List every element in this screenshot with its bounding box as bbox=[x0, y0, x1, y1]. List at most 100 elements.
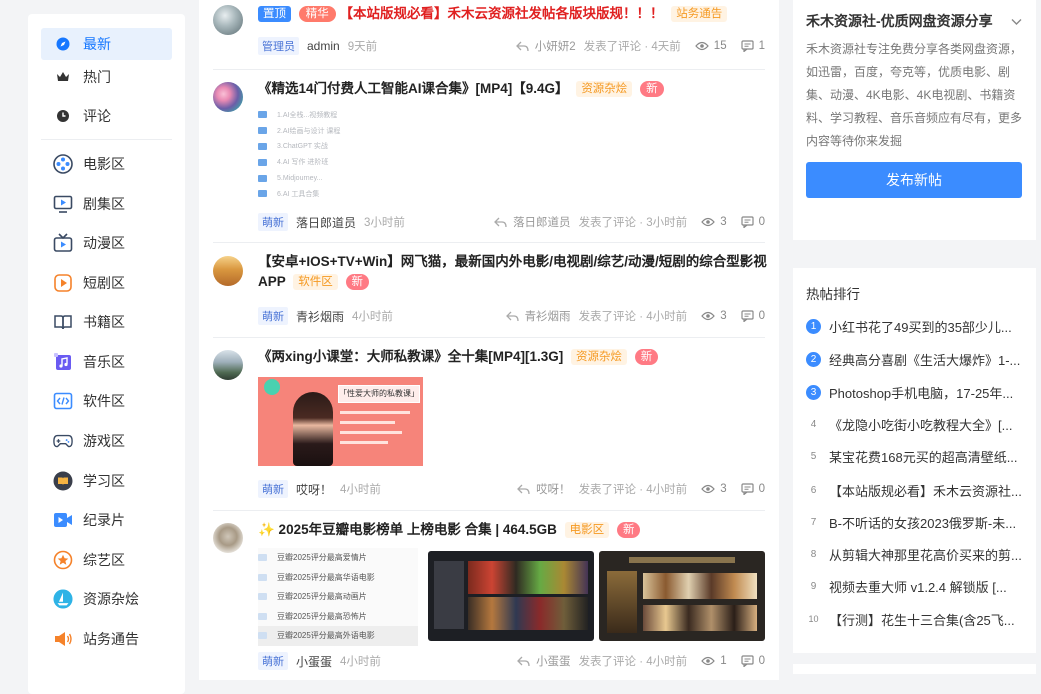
category-tag[interactable]: 软件区 bbox=[293, 274, 338, 290]
hot-post-item[interactable]: 2 经典高分喜剧《生活大爆炸》1-... bbox=[806, 349, 1024, 369]
next-card bbox=[793, 664, 1036, 674]
hot-post-title[interactable]: 经典高分喜剧《生活大爆炸》1-... bbox=[829, 350, 1024, 369]
nav-label: 书籍区 bbox=[83, 314, 125, 330]
hot-post-title[interactable]: 视频去重大师 v1.2.4 解锁版 [... bbox=[829, 577, 1024, 596]
nav-item-games[interactable]: 游戏区 bbox=[41, 425, 172, 457]
nav-item-music[interactable]: 音乐区 bbox=[41, 346, 172, 378]
nav-item-books[interactable]: 书籍区 bbox=[41, 306, 172, 338]
nav-item-short-drama[interactable]: 短剧区 bbox=[41, 267, 172, 299]
hot-post-item[interactable]: 9 视频去重大师 v1.2.4 解锁版 [... bbox=[806, 576, 1024, 596]
category-tag[interactable]: 站务通告 bbox=[671, 6, 728, 22]
nav-item-series[interactable]: 剧集区 bbox=[41, 188, 172, 220]
chevron-down-icon[interactable] bbox=[1011, 18, 1022, 26]
nav-item-movies[interactable]: 电影区 bbox=[41, 148, 172, 180]
hot-post-item[interactable]: 8 从剪辑大神那里花高价买来的剪... bbox=[806, 544, 1024, 564]
hot-post-item[interactable]: 1 小红书花了49买到的35部少儿... bbox=[806, 316, 1024, 336]
author-name[interactable]: admin bbox=[307, 39, 340, 53]
nav-label: 游戏区 bbox=[83, 433, 125, 449]
folder-icon bbox=[258, 111, 267, 119]
cover-line bbox=[340, 421, 395, 424]
hot-post-title[interactable]: 《龙隐小吃街小吃教程大全》[... bbox=[829, 415, 1024, 434]
hot-post-title[interactable]: Photoshop手机电脑，17-25年... bbox=[829, 383, 1024, 402]
poster-grid-image[interactable] bbox=[428, 551, 594, 641]
post-item[interactable]: 置顶 精华 【本站版规必看】禾木云资源社发帖各版块版规！！！ 站务通告 管理员 … bbox=[213, 0, 765, 70]
category-tag[interactable]: 资源杂烩 bbox=[571, 349, 628, 365]
folder-icon bbox=[258, 573, 267, 581]
last-reply-user[interactable]: 落日郎道员 bbox=[513, 214, 571, 230]
nav-item-software[interactable]: 软件区 bbox=[41, 385, 172, 417]
author-name[interactable]: 小蛋蛋 bbox=[296, 653, 332, 670]
avatar[interactable] bbox=[213, 350, 243, 380]
nav-item-comments[interactable]: 评论 bbox=[41, 100, 172, 132]
nav-label: 电影区 bbox=[83, 156, 125, 172]
post-title-text[interactable]: 《两xing小课堂：大师私教课》全十集[MP4][1.3G] bbox=[258, 349, 563, 364]
post-title[interactable]: 《精选14门付费人工智能AI课合集》[MP4]【9.4G】 资源杂烩 新 bbox=[258, 79, 768, 99]
author-name[interactable]: 哎呀！ bbox=[296, 481, 332, 498]
nav-item-misc[interactable]: 资源杂烩 bbox=[41, 583, 172, 615]
post-cover-image[interactable]: 「性爱大师的私教课」 bbox=[258, 377, 423, 466]
post-time: 4小时前 bbox=[352, 311, 393, 323]
poster-row bbox=[643, 605, 757, 631]
nav-item-latest[interactable]: 最新 bbox=[41, 28, 172, 60]
post-item[interactable]: 《精选14门付费人工智能AI课合集》[MP4]【9.4G】 资源杂烩 新 1.A… bbox=[213, 70, 765, 242]
hot-post-title[interactable]: B-不听话的女孩2023俄罗斯-未... bbox=[829, 513, 1024, 532]
post-item[interactable]: 【安卓+IOS+TV+Win】网飞猫，最新国内外电影/电视剧/综艺/动漫/短剧的… bbox=[213, 243, 768, 337]
avatar[interactable] bbox=[213, 256, 243, 286]
hot-post-item[interactable]: 5 某宝花费168元买的超高清壁纸... bbox=[806, 446, 1024, 466]
boat-icon bbox=[53, 589, 73, 609]
last-reply-user[interactable]: 青衫烟雨 bbox=[525, 308, 571, 324]
last-reply-user[interactable]: 哎呀！ bbox=[536, 481, 571, 497]
post-meta: 萌新 青衫烟雨 4小时前 青衫烟雨 发表了评论 · 4小时前 3 0 bbox=[258, 307, 765, 325]
site-description: 禾木资源社专注免费分享各类网盘资源，如迅雷，百度，夸克等，优质电影、剧集、动漫、… bbox=[806, 42, 1023, 148]
last-reply-text: 发表了评论 · 3小时前 bbox=[578, 217, 688, 229]
post-title[interactable]: 《两xing小课堂：大师私教课》全十集[MP4][1.3G] 资源杂烩 新 bbox=[258, 347, 768, 367]
rank-badge: 2 bbox=[806, 351, 821, 367]
hot-post-title[interactable]: 【行测】花生十三合集(含25飞... bbox=[829, 610, 1024, 629]
hot-post-item[interactable]: 6 【本站版规必看】禾木云资源社... bbox=[806, 480, 1024, 500]
hot-post-title[interactable]: 【本站版规必看】禾木云资源社... bbox=[829, 481, 1024, 500]
post-title[interactable]: 置顶 精华 【本站版规必看】禾木云资源社发帖各版块版规！！！ 站务通告 bbox=[258, 4, 768, 24]
post-item[interactable]: 《两xing小课堂：大师私教课》全十集[MP4][1.3G] 资源杂烩 新 「性… bbox=[213, 338, 765, 510]
poster-row bbox=[468, 597, 588, 630]
last-reply-user[interactable]: 小妍妍2 bbox=[535, 38, 576, 54]
category-tag[interactable]: 资源杂烩 bbox=[576, 81, 633, 97]
nav-item-study[interactable]: 学习区 bbox=[41, 465, 172, 497]
comment-icon bbox=[740, 483, 754, 495]
post-title[interactable]: ✨ 2025年豆瓣电影榜单 上榜电影 合集 | 464.5GB 电影区 新 bbox=[258, 520, 768, 540]
post-title-text[interactable]: ✨ 2025年豆瓣电影榜单 上榜电影 合集 | 464.5GB bbox=[258, 522, 557, 537]
last-reply-user[interactable]: 小蛋蛋 bbox=[536, 653, 571, 669]
file-row: 5.Midjourney... bbox=[258, 170, 378, 186]
hot-post-title[interactable]: 某宝花费168元买的超高清壁纸... bbox=[829, 447, 1024, 466]
nav-item-documentary[interactable]: 纪录片 bbox=[41, 504, 172, 536]
hot-post-item[interactable]: 3 Photoshop手机电脑，17-25年... bbox=[806, 382, 1024, 402]
nav-item-variety[interactable]: 综艺区 bbox=[41, 544, 172, 576]
folder-icon bbox=[258, 190, 267, 198]
nav-item-announcements[interactable]: 站务通告 bbox=[41, 623, 172, 655]
hot-post-title[interactable]: 小红书花了49买到的35部少儿... bbox=[829, 317, 1024, 336]
avatar[interactable] bbox=[213, 82, 243, 112]
nav-item-anime[interactable]: 动漫区 bbox=[41, 227, 172, 259]
nav-label: 综艺区 bbox=[83, 552, 125, 568]
avatar[interactable] bbox=[213, 5, 243, 35]
post-title-text[interactable]: 【本站版规必看】禾木云资源社发帖各版块版规！！！ bbox=[340, 6, 664, 21]
poster-grid-image[interactable] bbox=[599, 551, 765, 641]
hot-post-item[interactable]: 4 《龙隐小吃街小吃教程大全》[... bbox=[806, 414, 1024, 434]
category-tag[interactable]: 电影区 bbox=[564, 522, 610, 538]
music-icon bbox=[53, 352, 73, 372]
hot-post-item[interactable]: 7 B-不听话的女孩2023俄罗斯-未... bbox=[806, 512, 1024, 532]
author-name[interactable]: 青衫烟雨 bbox=[296, 308, 344, 325]
hot-post-title[interactable]: 从剪辑大神那里花高价买来的剪... bbox=[829, 545, 1024, 564]
crown-icon bbox=[53, 67, 73, 87]
post-title-text[interactable]: 《精选14门付费人工智能AI课合集》[MP4]【9.4G】 bbox=[258, 81, 569, 96]
attachment-preview[interactable]: 豆瓣2025评分最高爱情片 豆瓣2025评分最高华语电影 豆瓣2025评分最高动… bbox=[258, 548, 418, 646]
nav-item-hot[interactable]: 热门 bbox=[41, 61, 172, 93]
views-count: 1 bbox=[701, 655, 727, 667]
author-name[interactable]: 落日郎道员 bbox=[296, 214, 356, 231]
avatar[interactable] bbox=[213, 523, 243, 553]
attachment-preview[interactable]: 1.AI全栈...视频教程 2.AI绘画与设计 课程 3.ChatGPT 实战 … bbox=[258, 107, 378, 202]
post-item[interactable]: ✨ 2025年豆瓣电影榜单 上榜电影 合集 | 464.5GB 电影区 新 豆瓣… bbox=[213, 511, 765, 681]
hot-post-item[interactable]: 10 【行测】花生十三合集(含25飞... bbox=[806, 609, 1024, 629]
post-title[interactable]: 【安卓+IOS+TV+Win】网飞猫，最新国内外电影/电视剧/综艺/动漫/短剧的… bbox=[258, 252, 768, 292]
new-badge: 新 bbox=[616, 522, 641, 538]
new-post-button[interactable]: 发布新帖 bbox=[806, 162, 1022, 198]
